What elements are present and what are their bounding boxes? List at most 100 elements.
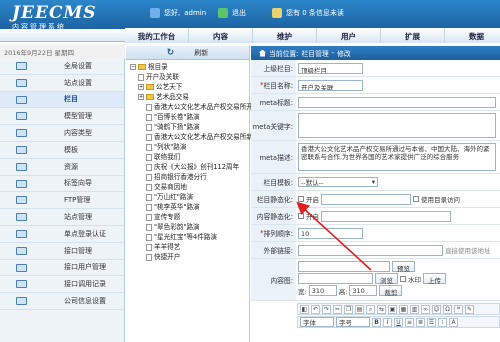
tree-node[interactable]: 羊羊得艺 [130,242,249,252]
static-channel-checkbox[interactable] [298,196,304,202]
meta-title-input[interactable] [298,96,496,108]
special-char-icon[interactable]: Ω [443,304,452,314]
tree-node[interactable]: 开户及关联 [130,72,249,82]
tree-node[interactable]: 快捷开户 [130,252,249,262]
watermark-checkbox[interactable] [400,275,406,282]
sidebar-item[interactable]: 全局设置 [0,58,124,75]
monitor-icon [16,145,27,154]
image-path-input[interactable] [298,261,390,272]
sidebar-item[interactable]: 资源 [0,159,124,176]
sidebar-item[interactable]: 站点设置 [0,75,124,92]
nav-extend[interactable]: 扩展 [381,28,445,43]
italic-icon[interactable]: I [383,317,392,327]
meta-desc-input[interactable]: 香港大公文化艺术品产权交易所通过与本省、中国大陆、海外的紧密联系与合作,为世界各… [298,143,496,171]
sidebar-item[interactable]: 接口管理 [0,243,124,260]
sidebar-item[interactable]: FTP管理 [0,192,124,210]
copy-icon[interactable]: ❐ [344,304,353,314]
replace-icon[interactable]: ⇆ [377,304,386,314]
undo-icon[interactable]: ↶ [311,304,320,314]
expand-icon[interactable]: − [130,64,136,70]
sidebar-item[interactable]: 公司信息设置 [0,293,124,310]
tree-node[interactable]: 招商银行香港分行 [130,172,249,182]
static-channel-path[interactable] [321,193,411,205]
use-dir-checkbox[interactable] [413,196,419,202]
upload-button[interactable]: 上传 [423,273,446,285]
nav-data[interactable]: 数据 [445,28,500,43]
preview-button[interactable]: 预览 [392,261,415,273]
tree-node[interactable]: 香港大公文化艺术品产权交易所新春雅聚 [130,132,273,142]
bold-icon[interactable]: B [372,317,381,327]
sidebar-item[interactable]: 模板 [0,142,124,159]
align-center-icon[interactable]: ≣ [416,317,425,327]
crop-button[interactable]: 裁剪 [379,285,403,297]
tree-node[interactable]: "翠色彩韵"路演 [130,222,249,232]
watermark-label: 水印 [408,275,421,284]
find-icon[interactable]: ⌕ [366,304,375,314]
static-content-checkbox[interactable] [298,213,304,219]
browse-button[interactable]: 浏览 [375,273,398,285]
name-input[interactable]: 开户及关联 [298,79,363,91]
expand-icon[interactable]: + [138,94,144,100]
tree-node[interactable]: "星光红宝"等4件路演 [130,232,249,242]
sidebar-item[interactable]: 接口调用记录 [0,276,124,294]
quote-icon[interactable]: ❝ [454,304,463,314]
refresh-label[interactable]: 刷新 [194,48,208,58]
redo-icon[interactable]: ↷ [322,304,331,314]
tree-node[interactable]: 庆祝《大公报》创刊112周年 [130,162,249,172]
nav-content[interactable]: 内容 [189,28,253,43]
paste-icon[interactable]: ▤ [355,304,364,314]
cut-icon[interactable]: ✂ [333,304,342,314]
expand-icon[interactable]: + [138,84,144,90]
sidebar-item[interactable]: 单点登录认证 [0,226,124,243]
align-right-icon[interactable]: ☰ [427,317,436,327]
height-input[interactable]: 310 [349,285,378,296]
file-input[interactable] [298,273,373,284]
table-icon[interactable]: ▥ [410,304,419,314]
nav-user[interactable]: 用户 [317,28,381,43]
sidebar-item[interactable]: 栏目 [0,91,124,109]
sidebar-item[interactable]: 内容类型 [0,125,124,142]
sidebar-item[interactable]: 模型管理 [0,108,124,126]
tree-node[interactable]: 交易商因地 [130,182,249,192]
tree-node[interactable]: "骑鹤下扬"路演 [130,122,249,132]
underline-icon[interactable]: U [394,317,403,327]
smiley-icon[interactable]: ☺ [432,304,441,314]
tree-node[interactable]: "万山红"路演 [130,192,249,202]
static-content-path[interactable] [321,210,451,222]
width-input[interactable]: 310 [308,285,337,296]
parent-select[interactable]: 顶级栏目 [298,62,363,74]
tree-node-label: 羊羊得艺 [154,243,181,251]
tree-node[interactable]: 宣传专题 [130,212,249,222]
align-left-icon[interactable]: ≡ [405,317,414,327]
select-all-icon[interactable]: ▣ [388,304,397,314]
nav-workbench[interactable]: 我的工作台 [125,28,189,43]
tree-node[interactable]: + 公艺天下 [130,82,249,92]
message-link[interactable]: 您有 0 条信息未读 [272,8,344,18]
link-input[interactable] [298,244,443,256]
font-color-icon[interactable]: A [449,317,458,327]
template-select[interactable]: --默认-- ▾ [298,177,378,187]
source-icon[interactable]: ◧ [300,304,309,314]
tree-node[interactable]: "百博长卷"路演 [130,112,249,122]
size-select[interactable]: 字号 [336,317,370,327]
sidebar-item[interactable]: 标签向导 [0,176,124,193]
order-input[interactable]: 10 [298,227,363,239]
image-icon[interactable]: ▦ [399,304,408,314]
logout-link[interactable]: 退出 [218,8,246,18]
tree-node[interactable]: "列状"路演 [130,142,249,152]
nav-maintain[interactable]: 维护 [253,28,317,43]
sidebar-item[interactable]: 站点管理 [0,209,124,226]
tree-node[interactable]: 联络我们 [130,152,249,162]
link-icon[interactable]: ∞ [421,304,430,314]
list-icon[interactable]: ⁝ [438,317,447,327]
sidebar-item[interactable]: 接口用户管理 [0,260,124,277]
tree-node[interactable]: "桃李英华"路演 [130,202,249,212]
meta-keywords-input[interactable] [298,113,496,138]
font-select[interactable]: 字体 [300,317,334,327]
crumb-section[interactable]: 栏目管理 [301,48,328,58]
tree-node[interactable]: 香港大公文化艺术品产权交易所开业庆典 [130,102,273,112]
refresh-icon[interactable]: ↻ [167,48,175,58]
edit-icon[interactable]: ✎ [465,304,474,314]
tree-node[interactable]: − 根目录 [130,62,249,72]
tree-node[interactable]: + 艺术品交易 [130,92,249,102]
